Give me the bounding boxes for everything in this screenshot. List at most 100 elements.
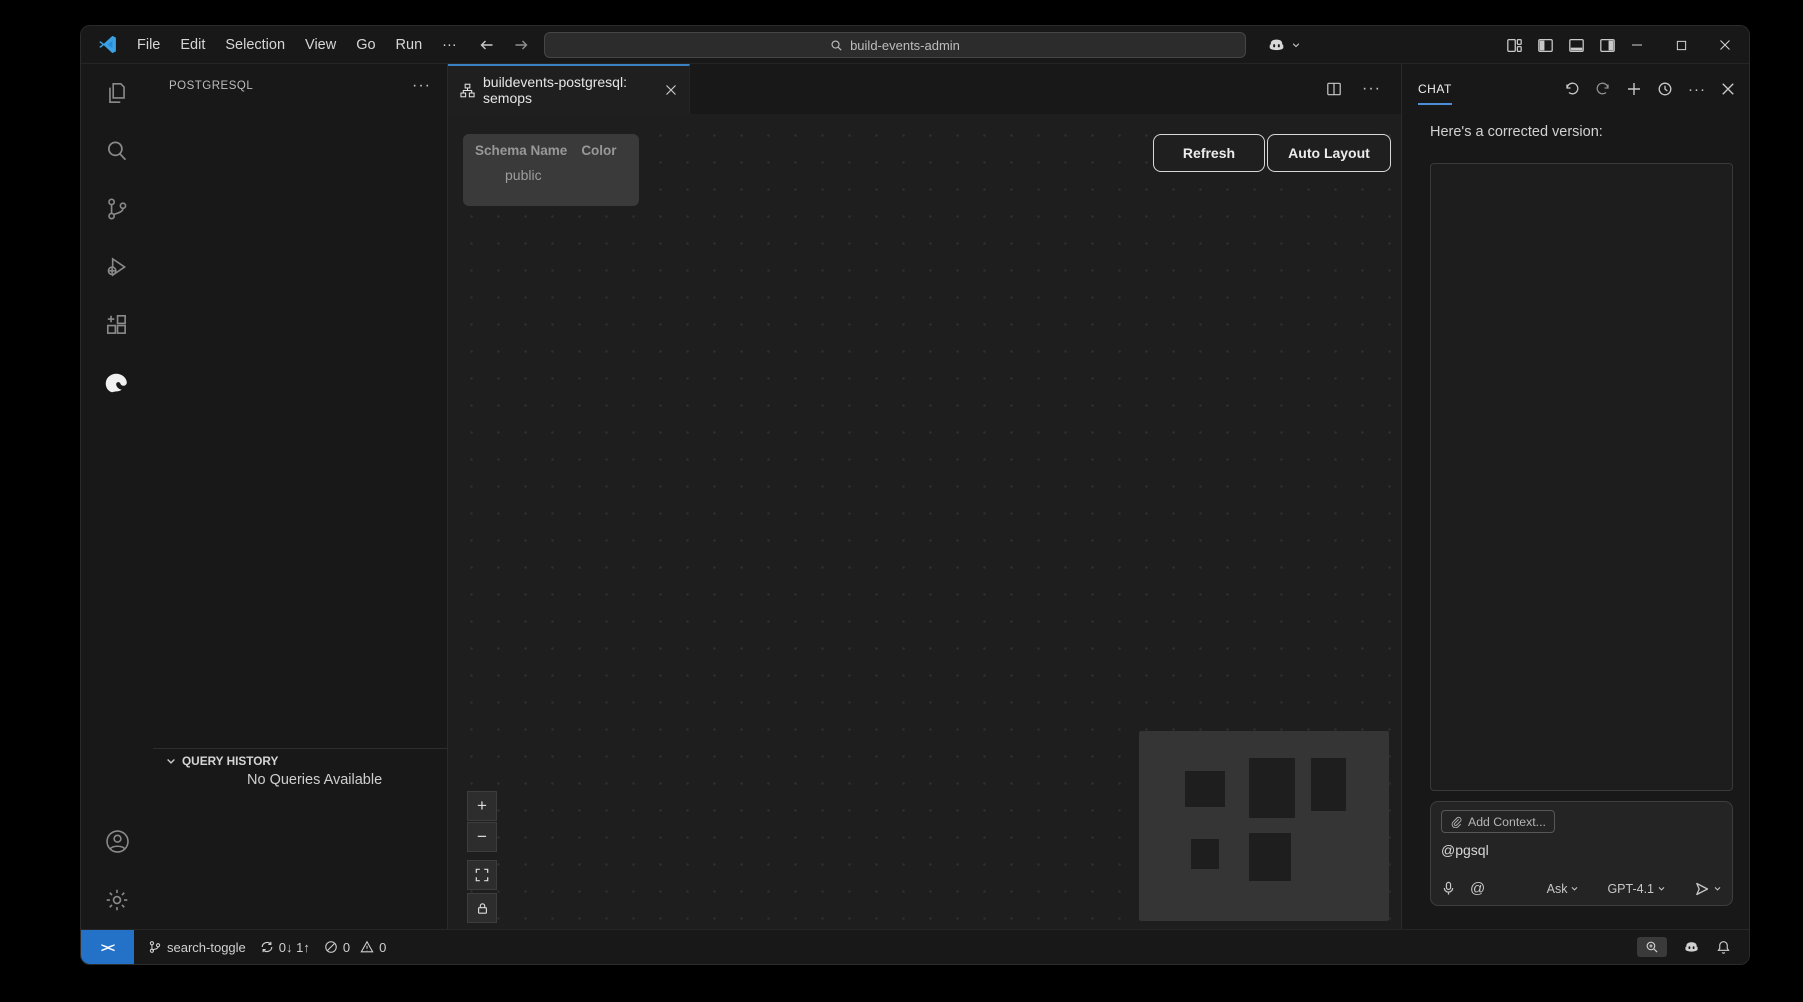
screen: FileEditSelectionViewGoRun··· build-even… — [0, 0, 1803, 1002]
branch-icon — [148, 940, 162, 954]
tab-erd-diagram[interactable]: buildevents-postgresql: semops — [448, 64, 690, 114]
menu-file[interactable]: File — [127, 37, 170, 53]
copilot-status-icon[interactable] — [1683, 939, 1700, 956]
zoom-in-button[interactable]: + — [467, 791, 497, 821]
type-hierarchy-icon — [460, 83, 475, 98]
minimap-node — [1185, 771, 1225, 807]
fit-view-button[interactable] — [467, 860, 497, 890]
close-panel-icon[interactable] — [1721, 82, 1735, 96]
minimize-button[interactable] — [1615, 26, 1659, 64]
menu-selection[interactable]: Selection — [215, 37, 295, 53]
vscode-window: FileEditSelectionViewGoRun··· build-even… — [80, 25, 1750, 965]
command-search-box[interactable]: build-events-admin — [544, 32, 1246, 58]
new-chat-icon[interactable] — [1626, 81, 1642, 97]
sql-code-block[interactable] — [1430, 163, 1733, 791]
legend-schema-name: public — [505, 167, 542, 183]
menu-edit[interactable]: Edit — [170, 37, 215, 53]
nav-arrows — [479, 26, 529, 64]
chat-history-icon[interactable] — [1657, 81, 1673, 97]
copilot-menu[interactable] — [1267, 26, 1301, 64]
split-editor-icon[interactable] — [1326, 81, 1342, 97]
chevron-down-icon — [1713, 884, 1722, 893]
minimap-node — [1191, 839, 1219, 869]
search-value: build-events-admin — [850, 38, 960, 53]
legend-color-swatch — [604, 169, 617, 182]
copilot-icon — [1267, 36, 1286, 55]
sync-icon — [260, 940, 274, 954]
menu-view[interactable]: View — [295, 37, 346, 53]
menu-more[interactable]: ··· — [432, 37, 467, 53]
auto-layout-button[interactable]: Auto Layout — [1267, 134, 1391, 172]
run-debug-icon[interactable] — [93, 238, 141, 296]
maximize-button[interactable] — [1659, 26, 1703, 64]
toggle-panel-icon[interactable] — [1568, 37, 1585, 54]
more-actions-icon[interactable]: ··· — [1688, 81, 1706, 98]
legend-name-header: Schema Name — [475, 143, 567, 158]
problems-indicator[interactable]: 0 0 — [324, 940, 386, 955]
vscode-logo-icon — [97, 34, 118, 55]
schema-legend: Schema Name Color public — [463, 134, 639, 206]
close-window-button[interactable] — [1703, 26, 1747, 64]
query-history-header[interactable]: QUERY HISTORY — [165, 754, 278, 768]
editor-area: buildevents-postgresql: semops ··· Schem… — [448, 64, 1401, 931]
redo-icon[interactable] — [1595, 81, 1611, 97]
chat-tab[interactable]: CHAT — [1418, 82, 1452, 96]
mode-selector[interactable]: Ask — [1547, 882, 1580, 896]
more-actions-icon[interactable]: ··· — [412, 77, 431, 95]
close-tab-icon[interactable] — [665, 84, 677, 96]
toggle-primary-sidebar-icon[interactable] — [1537, 37, 1554, 54]
branch-indicator[interactable]: search-toggle — [148, 940, 246, 955]
chat-message-text: Here's a corrected version: — [1430, 124, 1603, 140]
chat-input-box[interactable]: Add Context... @pgsql @ Ask GPT-4.1 — [1430, 801, 1733, 906]
postgresql-sidebar: POSTGRESQL ··· QUERY HISTORY No Queries … — [153, 64, 448, 931]
minimap[interactable] — [1139, 731, 1389, 921]
more-actions-icon[interactable]: ··· — [1362, 80, 1381, 98]
chat-header-icons: ··· — [1564, 81, 1735, 98]
refresh-button[interactable]: Refresh — [1153, 134, 1265, 172]
microphone-icon[interactable] — [1441, 881, 1456, 896]
settings-gear-icon[interactable] — [93, 869, 141, 931]
customize-layout-icon[interactable] — [1506, 37, 1523, 54]
minimap-node — [1249, 833, 1291, 881]
chevron-down-icon — [1657, 884, 1666, 893]
minimap-node — [1311, 758, 1346, 811]
lock-button[interactable] — [467, 893, 497, 923]
mention-icon[interactable]: @ — [1470, 880, 1485, 897]
minimap-node — [1249, 758, 1295, 818]
erd-canvas[interactable]: Schema Name Color public Refresh Auto La… — [448, 114, 1401, 931]
search-icon — [830, 39, 843, 52]
layout-controls — [1506, 26, 1616, 64]
chevron-down-icon — [1291, 40, 1301, 50]
extensions-icon[interactable] — [93, 296, 141, 354]
remote-indicator[interactable]: >< — [81, 930, 134, 964]
search-sidebar-icon[interactable] — [93, 122, 141, 180]
send-button[interactable] — [1694, 881, 1722, 897]
editor-actions: ··· — [1326, 64, 1401, 114]
error-icon — [324, 940, 338, 954]
sidebar-header: POSTGRESQL ··· — [153, 64, 447, 108]
explorer-icon[interactable] — [93, 64, 141, 122]
zoom-status-icon[interactable] — [1637, 937, 1667, 957]
query-history-empty: No Queries Available — [247, 772, 382, 788]
sidebar-title: POSTGRESQL — [169, 80, 253, 92]
notifications-bell-icon[interactable] — [1716, 940, 1731, 955]
legend-row: public — [475, 167, 627, 183]
chat-input-value[interactable]: @pgsql — [1441, 842, 1722, 858]
postgresql-extension-icon[interactable] — [93, 354, 141, 412]
forward-arrow-icon[interactable] — [513, 37, 529, 53]
legend-color-header: Color — [581, 143, 616, 158]
back-arrow-icon[interactable] — [479, 37, 495, 53]
activity-bar — [81, 64, 153, 931]
toggle-secondary-sidebar-icon[interactable] — [1599, 37, 1616, 54]
menu-run[interactable]: Run — [386, 37, 433, 53]
tab-label: buildevents-postgresql: semops — [483, 74, 657, 106]
sync-indicator[interactable]: 0↓ 1↑ — [260, 940, 310, 955]
undo-icon[interactable] — [1564, 81, 1580, 97]
add-context-button[interactable]: Add Context... — [1441, 810, 1555, 833]
title-bar: FileEditSelectionViewGoRun··· build-even… — [81, 26, 1749, 64]
menu-go[interactable]: Go — [346, 37, 385, 53]
model-selector[interactable]: GPT-4.1 — [1607, 882, 1666, 896]
source-control-icon[interactable] — [93, 180, 141, 238]
account-icon[interactable] — [93, 813, 141, 869]
zoom-out-button[interactable]: − — [467, 822, 497, 852]
